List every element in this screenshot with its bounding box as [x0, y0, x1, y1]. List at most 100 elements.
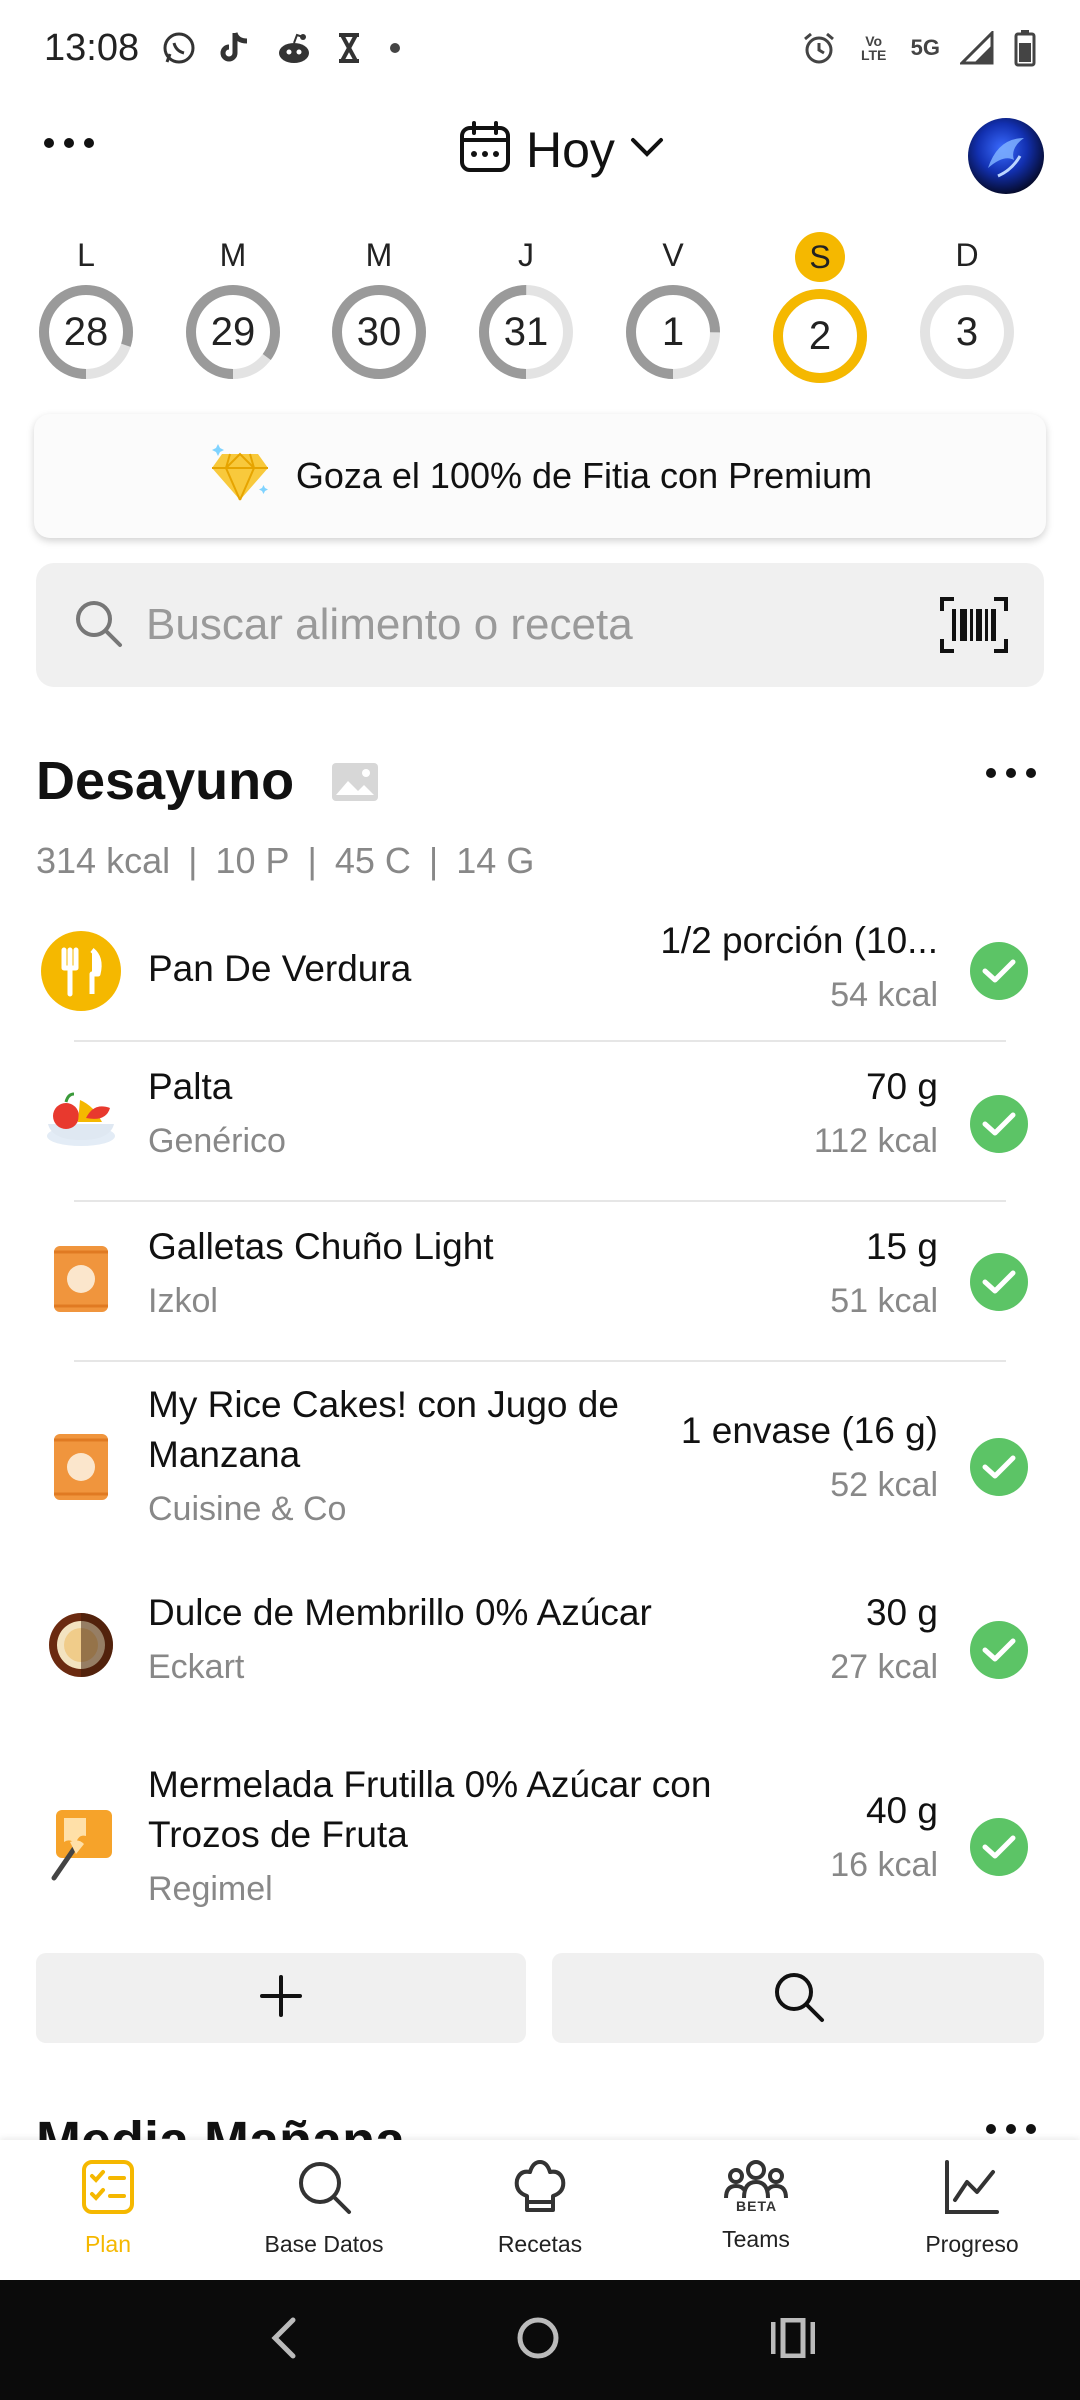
food-item[interactable]: Pan De Verdura 1/2 porción (10... 54 kca… [0, 902, 1080, 1040]
food-item[interactable]: Palta Genérico 70 g 112 kcal [0, 1042, 1080, 1200]
macro-separator: | [188, 840, 198, 881]
volte-icon: Vo LTE [860, 33, 887, 63]
food-item[interactable]: Mermelada Frutilla 0% Azúcar con Trozos … [0, 1742, 1080, 1942]
nav-plan[interactable]: Plan [0, 2140, 216, 2280]
search-input[interactable] [146, 600, 906, 650]
check-icon[interactable] [970, 1438, 1028, 1496]
food-name: Pan De Verdura [148, 948, 412, 989]
nav-teams[interactable]: BETA Teams [648, 2140, 864, 2280]
premium-banner[interactable]: Goza el 100% de Fitia con Premium [34, 414, 1046, 538]
day-2[interactable]: S2 [765, 232, 875, 386]
week-strip: L 28 M 29 M 30 J 31 V 1 S 2 D 3 [0, 232, 1080, 392]
food-kcal: 52 kcal [830, 1466, 938, 1504]
day-number: 31 [503, 310, 549, 354]
food-name: Galletas Chuño Light [148, 1226, 494, 1267]
day-29[interactable]: M 29 [178, 232, 288, 382]
check-icon[interactable] [970, 1621, 1028, 1679]
macro-kcal: 314 kcal [36, 840, 171, 881]
status-left: 13:08 [44, 27, 405, 70]
day-progress-ring: 28 [36, 282, 136, 382]
food-name: Mermelada Frutilla 0% Azúcar con Trozos … [148, 1764, 712, 1855]
day-number: 28 [63, 310, 109, 354]
chevron-down-icon [629, 135, 665, 164]
day-letter: S [795, 232, 845, 282]
avatar[interactable] [968, 118, 1044, 194]
food-name: My Rice Cakes! con Jugo de Manzana [148, 1384, 619, 1475]
meal-macros: 314 kcal | 10 P | 45 C | 14 G [36, 840, 534, 882]
nav-base-datos[interactable]: Base Datos [216, 2140, 432, 2280]
barcode-scanner-icon[interactable] [940, 597, 1008, 658]
macro-carbs: 45 C [334, 840, 411, 881]
day-1[interactable]: V1 [618, 232, 728, 382]
food-item[interactable]: Galletas Chuño Light Izkol 15 g 51 kcal [0, 1202, 1080, 1360]
day-3[interactable]: D3 [912, 232, 1022, 382]
nav-progreso[interactable]: Progreso [864, 2140, 1080, 2280]
nav-label: Progreso [925, 2231, 1019, 2257]
day-progress-ring: 3 [917, 282, 1017, 382]
food-brand: Regimel [148, 1870, 273, 1908]
back-icon[interactable] [265, 2316, 305, 2365]
signal-icon [960, 31, 994, 65]
image-placeholder-icon[interactable] [330, 761, 380, 808]
date-selector[interactable]: Hoy [458, 120, 665, 179]
day-letter: L [77, 237, 95, 273]
food-name: Palta [148, 1066, 233, 1107]
chef-hat-icon [511, 2158, 569, 2221]
packaged-food-icon [40, 1426, 122, 1508]
check-icon[interactable] [970, 1818, 1028, 1876]
food-brand: Eckart [148, 1648, 245, 1686]
day-28[interactable]: L 28 [31, 232, 141, 382]
next-meal-options-icon[interactable] [986, 2124, 1036, 2134]
day-31[interactable]: J 31 [471, 232, 581, 382]
beta-badge: BETA [736, 2198, 778, 2214]
food-name: Dulce de Membrillo 0% Azúcar [148, 1592, 652, 1633]
food-quantity: 1/2 porción (10... [660, 920, 938, 961]
recent-apps-icon[interactable] [770, 2317, 816, 2363]
food-quantity: 70 g [865, 1066, 938, 1107]
search-icon [770, 1968, 826, 2029]
food-brand: Genérico [148, 1122, 286, 1160]
battery-icon [1014, 29, 1036, 67]
diamond-icon [208, 443, 272, 509]
notification-dot-icon [385, 38, 405, 58]
search-food-button[interactable] [552, 1953, 1044, 2043]
food-kcal: 54 kcal [830, 976, 938, 1014]
meal-actions [36, 1953, 1044, 2043]
nav-label: Plan [84, 2231, 132, 2257]
food-kcal: 16 kcal [830, 1846, 938, 1884]
status-time: 13:08 [44, 26, 140, 69]
day-number: 2 [808, 314, 832, 358]
macro-separator: | [428, 840, 439, 881]
food-kcal: 27 kcal [830, 1648, 938, 1686]
plan-icon [80, 2158, 136, 2221]
nav-recetas[interactable]: Recetas [432, 2140, 648, 2280]
date-label: Hoy [526, 121, 615, 178]
alarm-icon [801, 30, 837, 66]
day-number: 29 [210, 310, 256, 354]
teams-icon: BETA [724, 2158, 788, 2216]
status-right: Vo LTE 5G [801, 29, 1036, 67]
options-menu-icon[interactable] [44, 138, 94, 148]
food-item[interactable]: My Rice Cakes! con Jugo de Manzana Cuisi… [0, 1362, 1080, 1562]
nav-label: Teams [722, 2226, 790, 2252]
day-progress-ring: 31 [476, 282, 576, 382]
hourglass-icon [335, 32, 363, 64]
plus-icon [258, 1973, 304, 2024]
day-number: 3 [955, 310, 979, 354]
fork-knife-icon [40, 930, 122, 1012]
food-item[interactable]: Dulce de Membrillo 0% Azúcar Eckart 30 g… [0, 1568, 1080, 1728]
check-icon[interactable] [970, 1095, 1028, 1153]
search-icon [72, 597, 124, 654]
food-kcal: 112 kcal [813, 1122, 938, 1160]
day-number: 1 [661, 310, 685, 354]
spread-icon [40, 1802, 122, 1884]
check-icon[interactable] [970, 942, 1028, 1000]
packaged-food-icon [40, 1238, 122, 1320]
macro-separator: | [307, 840, 317, 881]
reddit-icon [275, 31, 313, 65]
home-icon[interactable] [515, 2315, 561, 2366]
check-icon[interactable] [970, 1253, 1028, 1311]
meal-options-icon[interactable] [986, 768, 1036, 778]
day-30[interactable]: M 30 [324, 232, 434, 382]
add-food-button[interactable] [36, 1953, 526, 2043]
